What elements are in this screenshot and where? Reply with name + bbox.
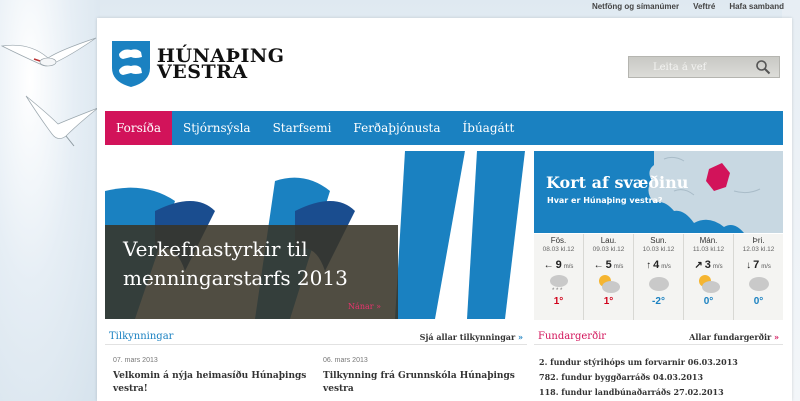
weather-wind: ← 5 m/s [584,259,633,271]
chevron-right-icon: » [774,331,779,342]
news-date: 06. mars 2013 [323,357,368,364]
hero-caption: Verkefnastyrkir til menningarstarfs 2013… [105,225,398,319]
weather-day: Lau. 09.03 kl.12 ← 5 m/s 1° [584,234,634,320]
list-item: 06. mars 2013 Tilkynning frá Grunnskóla … [315,357,525,396]
map-subtitle: Hvar er Húnaþing vestra? [547,196,663,205]
wind-speed: 9 [555,259,562,271]
crest-icon [112,41,150,87]
partly-cloudy-icon [584,273,633,295]
weather-day: Sun. 10.03 kl.12 ↑ 4 m/s -2° [634,234,684,320]
weather-wind: ↑ 4 m/s [634,259,683,271]
map-banner[interactable]: Kort af svæðinu Hvar er Húnaþing vestra? [534,151,783,233]
weather-temp: 1° [553,296,564,307]
news-title[interactable]: Tilkynning frá Grunnskóla Húnaþings vest… [323,370,525,396]
cloud-icon [734,273,783,295]
wind-unit: m/s [761,264,771,270]
weather-day-date: 12.03 kl.12 [742,246,775,253]
bird-image [0,37,97,67]
weather-day: Fös. 08.03 kl.12 ← 9 m/s * * * 1° [534,234,584,320]
weather-day: Mán. 11.03 kl.12 ↗ 3 m/s 0° [684,234,734,320]
wind-speed: 7 [753,259,760,271]
map-title: Kort af svæðinu [546,173,689,192]
weather-temp: 0° [753,296,764,307]
search-input[interactable] [629,57,751,77]
list-item[interactable]: 782. fundur byggðarráðs 04.03.2013 [539,372,778,387]
page-container: HÚNAÞING VESTRA Forsíða Stjórnsýsla Star… [97,18,792,401]
weather-temp: 1° [603,296,614,307]
wind-speed: 4 [653,259,660,271]
search-box [628,56,780,78]
weather-day-name: Fös. [550,236,567,245]
weather-day-date: 10.03 kl.12 [642,246,675,253]
wind-unit: m/s [661,264,671,270]
snow-icon: * * * [534,273,583,295]
wind-speed: 3 [704,259,711,271]
logo-text: HÚNAÞING VESTRA [157,47,285,82]
bird-image [25,95,99,147]
wind-arrow-icon: ↓ [746,260,752,271]
weather-day-date: 08.03 kl.12 [542,246,575,253]
list-item[interactable]: 118. fundur landbúnaðarráðs 27.02.2013 [539,387,778,401]
weather-day-date: 09.03 kl.12 [592,246,625,253]
weather-day-name: Lau. [600,236,617,245]
weather-forecast: Fös. 08.03 kl.12 ← 9 m/s * * * 1° Lau. 09.… [534,234,783,320]
weather-day: Þri. 12.03 kl.12 ↓ 7 m/s 0° [734,234,783,320]
chevron-right-icon: » [518,331,523,342]
map-image [648,151,783,233]
wind-arrow-icon: ↑ [646,260,652,271]
announcements-section: Tilkynningar Sjá allar tilkynningar » 07… [105,329,527,401]
announcements-header: Tilkynningar Sjá allar tilkynningar » [105,329,527,345]
news-title[interactable]: Velkomin á nýja heimasíðu Húnaþings vest… [113,370,315,396]
wind-arrow-icon: ← [593,260,604,271]
announcements-list: 07. mars 2013 Velkomin á nýja heimasíðu … [105,357,527,396]
weather-temp: -2° [652,296,665,307]
weather-day-name: Sun. [650,236,667,245]
meetings-section: Fundargerðir Allar fundargerðir » 2. fun… [534,329,783,401]
meetings-header: Fundargerðir Allar fundargerðir » [534,329,783,345]
nav-item-ibuagatt[interactable]: Íbúagátt [452,111,526,145]
nav-item-stjornsysla[interactable]: Stjórnsýsla [172,111,262,145]
hero-banner[interactable]: Verkefnastyrkir til menningarstarfs 2013… [105,151,525,319]
contact-numbers-link[interactable]: Netföng og símanúmer [592,2,679,11]
news-date: 07. mars 2013 [113,357,158,364]
all-meetings-label: Allar fundargerðir [689,331,772,342]
list-item[interactable]: 2. fundur stýrihóps um forvarnir 06.03.2… [539,357,778,372]
nav-item-forsida[interactable]: Forsíða [105,111,173,145]
weather-day-date: 11.03 kl.12 [692,246,725,253]
svg-text:* * *: * * * [552,288,563,294]
top-links: Netföng og símanúmer Veftré Hafa samband [592,2,784,11]
search-icon[interactable] [751,57,775,77]
hero-title[interactable]: Verkefnastyrkir til menningarstarfs 2013 [123,235,383,293]
partly-cloudy-icon [684,273,733,295]
nav-item-ferdathjonusta[interactable]: Ferðaþjónusta [342,111,451,145]
contact-link[interactable]: Hafa samband [729,2,784,11]
all-announcements-link[interactable]: Sjá allar tilkynningar » [420,332,523,342]
cloud-icon [634,273,683,295]
weather-day-name: Mán. [699,236,718,245]
wind-speed: 5 [605,259,612,271]
meetings-heading: Fundargerðir [538,331,607,342]
all-meetings-link[interactable]: Allar fundargerðir » [689,332,779,342]
weather-wind: ↗ 3 m/s [684,259,733,271]
nav-item-starfsemi[interactable]: Starfsemi [262,111,343,145]
list-item: 07. mars 2013 Velkomin á nýja heimasíðu … [105,357,315,396]
announcements-heading: Tilkynningar [109,331,174,342]
weather-day-name: Þri. [752,236,765,245]
all-announcements-label: Sjá allar tilkynningar [419,331,516,342]
site-logo[interactable]: HÚNAÞING VESTRA [111,40,285,88]
sky-background [0,0,100,401]
meetings-list: 2. fundur stýrihóps um forvarnir 06.03.2… [534,345,783,401]
sitemap-link[interactable]: Veftré [693,2,715,11]
wind-arrow-icon: ↗ [694,260,703,271]
wind-arrow-icon: ← [543,260,554,271]
weather-wind: ↓ 7 m/s [734,259,783,271]
weather-temp: 0° [703,296,714,307]
wind-unit: m/s [712,264,723,270]
wind-unit: m/s [563,264,574,270]
main-nav: Forsíða Stjórnsýsla Starfsemi Ferðaþjónu… [105,111,783,145]
wind-unit: m/s [613,264,624,270]
hero-more-link[interactable]: Nánar » [348,302,381,311]
weather-wind: ← 9 m/s [534,259,583,271]
